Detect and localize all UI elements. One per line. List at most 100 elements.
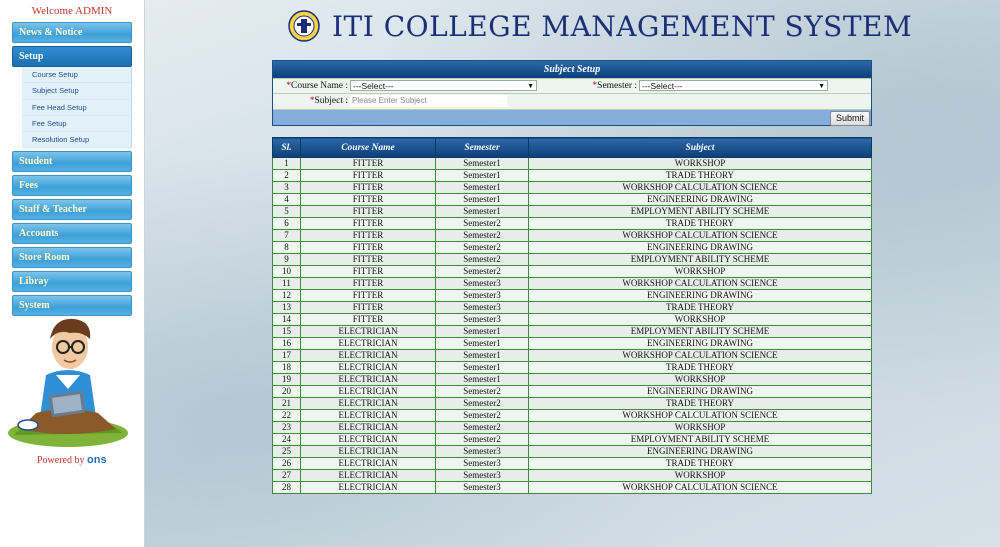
table-row: 3 FITTER Semester1 WORKSHOP CALCULATION SCI… xyxy=(272,181,872,194)
cell-semester: Semester1 xyxy=(435,373,529,386)
cell-sl: 14 xyxy=(272,313,301,326)
table-body: 1 FITTER Semester1 WORKSHOP 2 FITTER Semester1… xyxy=(272,157,872,494)
cell-semester: Semester1 xyxy=(435,361,529,374)
cell-course-name: FITTER xyxy=(300,253,436,266)
menu-news-notice[interactable]: News & Notice xyxy=(12,22,132,43)
cell-subject: EMPLOYMENT ABILITY SCHEME xyxy=(528,325,872,338)
cell-course-name: FITTER xyxy=(300,169,436,182)
table-row: 23 ELECTRICIAN Semester2 WORKSHOP xyxy=(272,421,872,434)
table-row: 9 FITTER Semester2 EMPLOYMENT ABILITY SCHEM… xyxy=(272,253,872,266)
table-row: 4 FITTER Semester1 ENGINEERING DRAWING xyxy=(272,193,872,206)
menu-staff-teacher[interactable]: Staff & Teacher xyxy=(12,199,132,221)
cell-semester: Semester2 xyxy=(435,265,529,278)
cell-sl: 3 xyxy=(272,181,301,194)
table-row: 13 FITTER Semester3 TRADE THEORY xyxy=(272,301,872,314)
cell-subject: TRADE THEORY xyxy=(528,397,872,410)
table-header-row: Sl. Course Name Semester Subject xyxy=(272,137,872,158)
cell-course-name: FITTER xyxy=(300,157,436,170)
cell-course-name: FITTER xyxy=(300,301,436,314)
cell-semester: Semester2 xyxy=(435,385,529,398)
cell-semester: Semester1 xyxy=(435,157,529,170)
subject-input[interactable]: Please Enter Subject xyxy=(350,95,507,107)
table-row: 25 ELECTRICIAN Semester3 ENGINEERING DRAWIN… xyxy=(272,445,872,458)
table-row: 7 FITTER Semester2 WORKSHOP CALCULATION SCI… xyxy=(272,229,872,242)
cell-sl: 7 xyxy=(272,229,301,242)
cell-sl: 10 xyxy=(272,265,301,278)
cell-sl: 28 xyxy=(272,481,301,494)
semester-select[interactable]: ---Select--- ▼ xyxy=(639,80,828,91)
subject-setup-form: Subject Setup *Course Name : ---Select--… xyxy=(272,60,872,126)
cell-subject: WORKSHOP xyxy=(528,421,872,434)
submenu-subject-setup[interactable]: Subject Setup xyxy=(22,83,131,100)
cell-subject: TRADE THEORY xyxy=(528,301,872,314)
table-row: 22 ELECTRICIAN Semester2 WORKSHOP CALCULATI… xyxy=(272,409,872,422)
table-row: 2 FITTER Semester1 TRADE THEORY xyxy=(272,169,872,182)
table-row: 24 ELECTRICIAN Semester2 EMPLOYMENT ABILITY… xyxy=(272,433,872,446)
cell-semester: Semester3 xyxy=(435,481,529,494)
col-header-course-name: Course Name xyxy=(300,137,436,158)
table-row: 19 ELECTRICIAN Semester1 WORKSHOP xyxy=(272,373,872,386)
cell-subject: WORKSHOP xyxy=(528,265,872,278)
cell-subject: WORKSHOP xyxy=(528,157,872,170)
cell-subject: WORKSHOP CALCULATION SCIENCE xyxy=(528,481,872,494)
cell-semester: Semester1 xyxy=(435,349,529,362)
cell-sl: 8 xyxy=(272,241,301,254)
submenu-fee-setup[interactable]: Fee Setup xyxy=(22,116,131,133)
cell-course-name: ELECTRICIAN xyxy=(300,397,436,410)
cell-sl: 15 xyxy=(272,325,301,338)
cell-subject: TRADE THEORY xyxy=(528,217,872,230)
menu-fees[interactable]: Fees xyxy=(12,175,132,197)
course-semester-row: *Course Name : ---Select--- ▼ *Semester :… xyxy=(273,78,871,93)
cell-course-name: ELECTRICIAN xyxy=(300,433,436,446)
course-name-label: *Course Name : xyxy=(286,81,348,91)
cell-semester: Semester2 xyxy=(435,253,529,266)
cell-sl: 18 xyxy=(272,361,301,374)
cell-subject: WORKSHOP xyxy=(528,469,872,482)
cell-semester: Semester3 xyxy=(435,301,529,314)
cell-subject: TRADE THEORY xyxy=(528,169,872,182)
submenu-course-setup[interactable]: Course Setup xyxy=(22,67,131,84)
table-row: 28 ELECTRICIAN Semester3 WORKSHOP CALCULATI… xyxy=(272,481,872,494)
cell-semester: Semester1 xyxy=(435,169,529,182)
subject-row: *Subject : Please Enter Subject xyxy=(273,93,871,109)
cell-semester: Semester2 xyxy=(435,241,529,254)
cell-sl: 16 xyxy=(272,337,301,350)
submit-button[interactable]: Submit xyxy=(829,111,870,126)
cell-subject: WORKSHOP CALCULATION SCIENCE xyxy=(528,229,872,242)
cell-semester: Semester1 xyxy=(435,193,529,206)
cell-course-name: ELECTRICIAN xyxy=(300,421,436,434)
cell-subject: WORKSHOP CALCULATION SCIENCE xyxy=(528,349,872,362)
cell-sl: 1 xyxy=(272,157,301,170)
submenu-resolution-setup[interactable]: Resolution Setup xyxy=(22,132,131,149)
submenu-fee-head-setup[interactable]: Fee Head Setup xyxy=(22,100,131,116)
table-row: 26 ELECTRICIAN Semester3 TRADE THEORY xyxy=(272,457,872,470)
cell-semester: Semester2 xyxy=(435,409,529,422)
cell-course-name: FITTER xyxy=(300,205,436,218)
table-row: 15 ELECTRICIAN Semester1 EMPLOYMENT ABILITY… xyxy=(272,325,872,338)
cell-course-name: ELECTRICIAN xyxy=(300,469,436,482)
cell-sl: 22 xyxy=(272,409,301,422)
cell-subject: EMPLOYMENT ABILITY SCHEME xyxy=(528,205,872,218)
course-name-select[interactable]: ---Select--- ▼ xyxy=(350,80,537,91)
cell-subject: ENGINEERING DRAWING xyxy=(528,289,872,302)
cell-subject: WORKSHOP CALCULATION SCIENCE xyxy=(528,409,872,422)
table-row: 6 FITTER Semester2 TRADE THEORY xyxy=(272,217,872,230)
menu-student[interactable]: Student xyxy=(12,151,132,173)
cell-semester: Semester3 xyxy=(435,457,529,470)
cell-sl: 13 xyxy=(272,301,301,314)
cell-sl: 4 xyxy=(272,193,301,206)
menu-library[interactable]: Libray xyxy=(12,271,132,293)
table-row: 17 ELECTRICIAN Semester1 WORKSHOP CALCULATI… xyxy=(272,349,872,362)
menu-accounts[interactable]: Accounts xyxy=(12,223,132,245)
cell-course-name: ELECTRICIAN xyxy=(300,373,436,386)
cell-semester: Semester3 xyxy=(435,277,529,290)
table-row: 11 FITTER Semester3 WORKSHOP CALCULATION SC… xyxy=(272,277,872,290)
table-row: 12 FITTER Semester3 ENGINEERING DRAWING xyxy=(272,289,872,302)
menu-store-room[interactable]: Store Room xyxy=(12,247,132,269)
menu-setup[interactable]: Setup xyxy=(12,46,132,67)
cell-sl: 24 xyxy=(272,433,301,446)
cell-sl: 23 xyxy=(272,421,301,434)
cell-subject: EMPLOYMENT ABILITY SCHEME xyxy=(528,253,872,266)
cell-sl: 6 xyxy=(272,217,301,230)
cell-sl: 27 xyxy=(272,469,301,482)
